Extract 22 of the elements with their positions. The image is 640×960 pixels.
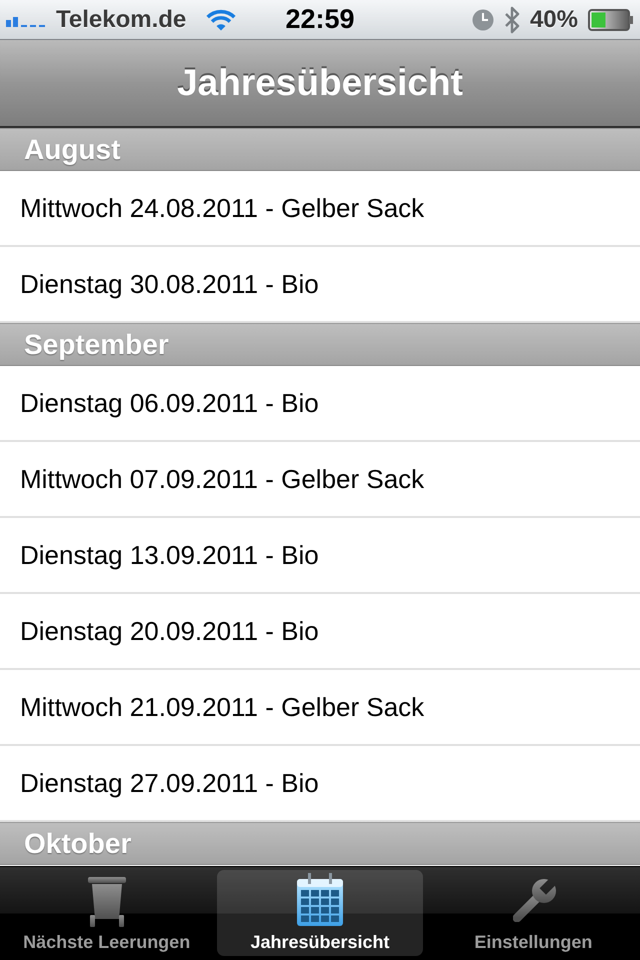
month-section-header: Oktober (0, 822, 640, 865)
collection-date-row: Mittwoch 07.09.2011 - Gelber Sack (0, 442, 640, 518)
tab-bar-item[interactable]: Nächste Leerungen (4, 870, 210, 956)
collection-date-row: Dienstag 06.09.2011 - Bio (0, 366, 640, 442)
month-section-header: September (0, 323, 640, 366)
tab-bar-item[interactable]: Einstellungen (430, 870, 636, 956)
wifi-icon (204, 8, 238, 30)
month-section-header: August (0, 128, 640, 171)
bluetooth-icon (504, 6, 520, 34)
tab-bar-item[interactable]: Jahresübersicht (217, 870, 423, 956)
collection-date-row: Dienstag 13.09.2011 - Bio (0, 518, 640, 594)
screen-title: Jahresübersicht (177, 62, 463, 104)
calendar-icon (296, 873, 344, 928)
alarm-clock-icon (472, 8, 494, 30)
collection-date-row: Mittwoch 24.08.2011 - Gelber Sack (0, 171, 640, 247)
clock-time: 22:59 (285, 6, 355, 33)
carrier-name: Telekom.de (56, 8, 186, 32)
trash-bin-icon (86, 877, 127, 928)
collection-date-row: Mittwoch 21.09.2011 - Gelber Sack (0, 670, 640, 746)
battery-percentage: 40% (530, 8, 578, 32)
collection-date-row: Dienstag 20.09.2011 - Bio (0, 594, 640, 670)
battery-icon (588, 8, 634, 30)
